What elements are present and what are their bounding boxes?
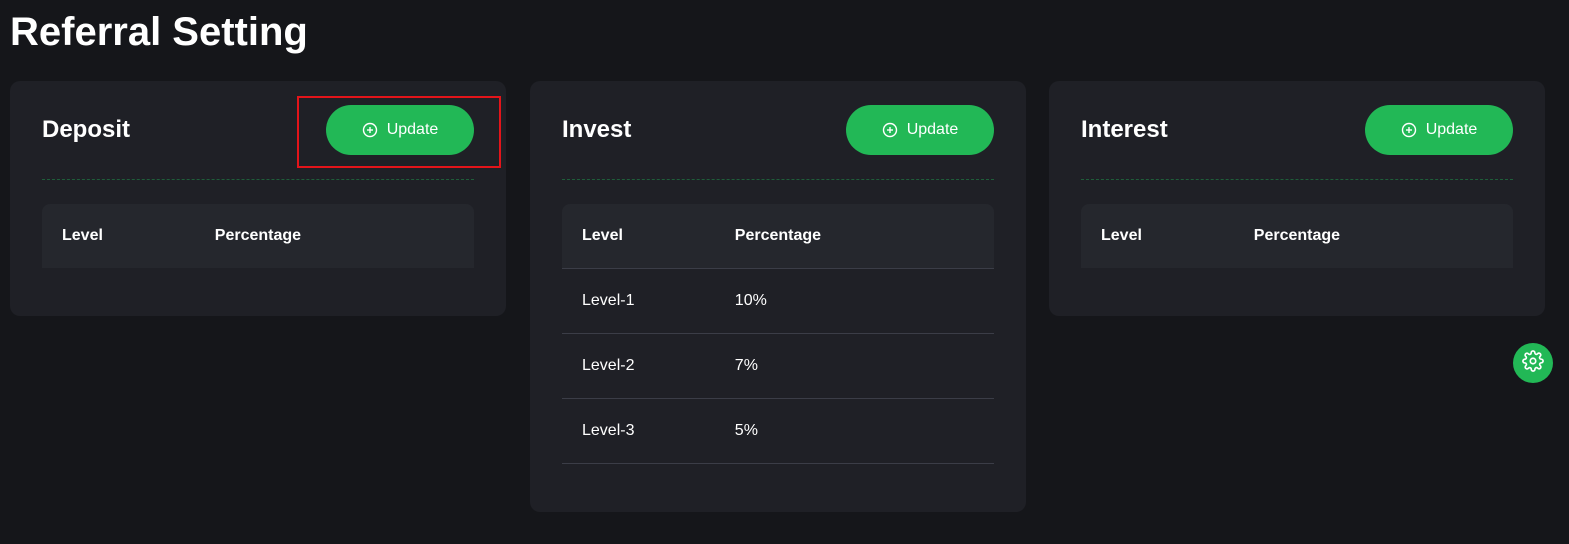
table-row: Level-3 5%	[562, 399, 994, 464]
plus-circle-icon	[362, 122, 378, 138]
divider	[42, 179, 474, 180]
level-cell: Level-3	[582, 422, 635, 439]
interest-update-button[interactable]: Update	[1365, 105, 1513, 155]
update-label: Update	[906, 121, 959, 138]
table-header: Level Percentage	[1081, 204, 1513, 268]
update-label: Update	[386, 121, 439, 138]
divider	[562, 179, 994, 180]
percentage-cell: 7%	[734, 357, 758, 374]
column-header-percentage: Percentage	[1253, 227, 1341, 244]
deposit-update-button[interactable]: Update	[326, 105, 474, 155]
plus-circle-icon	[882, 122, 898, 138]
column-header-level: Level	[62, 227, 103, 244]
invest-card: Invest Update Level Percentage Level-1 1…	[530, 81, 1026, 512]
gear-icon	[1522, 349, 1544, 377]
level-cell: Level-2	[582, 357, 635, 374]
column-header-percentage: Percentage	[734, 227, 822, 244]
table-header: Level Percentage	[562, 204, 994, 269]
percentage-cell: 5%	[734, 422, 758, 439]
column-header-percentage: Percentage	[214, 227, 302, 244]
card-title: Interest	[1081, 116, 1168, 143]
divider	[1081, 179, 1513, 180]
referral-setting-page: Referral Setting Deposit Update Level Pe…	[0, 0, 1569, 544]
table-header: Level Percentage	[42, 204, 474, 268]
table-row: Level-2 7%	[562, 334, 994, 399]
deposit-card: Deposit Update Level Percentage	[10, 81, 506, 316]
plus-circle-icon	[1401, 122, 1417, 138]
table-row: Level-1 10%	[562, 269, 994, 334]
card-title: Invest	[562, 116, 632, 143]
settings-button[interactable]	[1513, 343, 1553, 383]
card-title: Deposit	[42, 116, 131, 143]
interest-table: Level Percentage	[1081, 204, 1513, 268]
update-label: Update	[1425, 121, 1478, 138]
page-title: Referral Setting	[10, 10, 308, 54]
invest-update-button[interactable]: Update	[846, 105, 994, 155]
percentage-cell: 10%	[734, 292, 767, 309]
column-header-level: Level	[582, 227, 623, 244]
invest-table: Level Percentage Level-1 10% Level-2 7% …	[562, 204, 994, 464]
interest-card: Interest Update Level Percentage	[1049, 81, 1545, 316]
deposit-table: Level Percentage	[42, 204, 474, 268]
level-cell: Level-1	[582, 292, 635, 309]
column-header-level: Level	[1101, 227, 1142, 244]
